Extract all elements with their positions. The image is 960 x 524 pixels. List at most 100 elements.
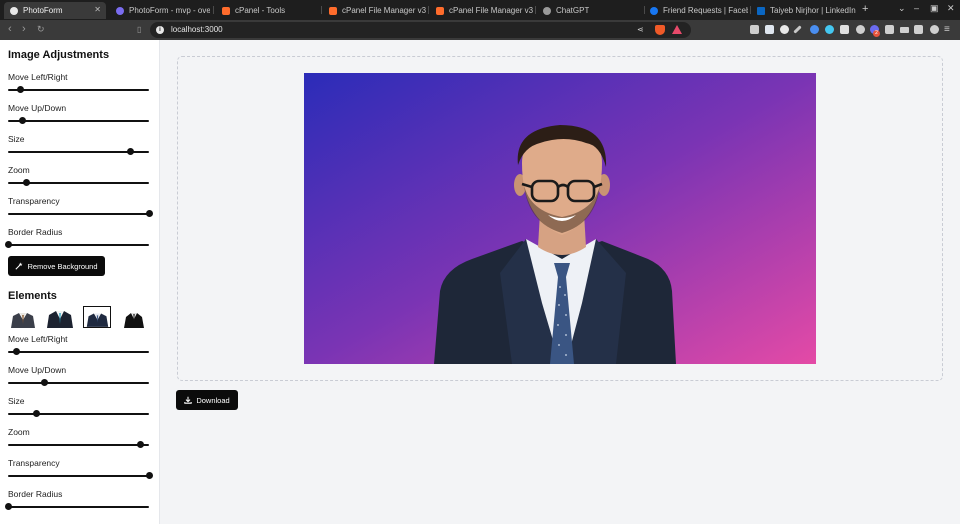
image-transparency-label: Transparency [8, 196, 60, 206]
slider-thumb[interactable] [22, 179, 30, 186]
extension-gear-icon[interactable] [856, 25, 865, 34]
brave-rewards-icon[interactable] [672, 25, 682, 34]
slider-thumb[interactable] [18, 117, 26, 124]
wallet-icon[interactable] [930, 25, 939, 34]
element-move-left-right-slider[interactable] [8, 348, 149, 356]
reload-icon[interactable]: ↻ [37, 24, 45, 35]
address-bar: ‹ › ↻ ▯ i localhost:3000 ⋖ 2 ≡ [0, 20, 960, 40]
slider-thumb[interactable] [127, 148, 135, 155]
minimize-icon[interactable]: – [914, 3, 919, 13]
slider-track [8, 413, 149, 415]
puzzle-icon[interactable] [885, 25, 894, 34]
camera-icon[interactable] [750, 25, 759, 34]
element-move-left-right-label: Move Left/Right [8, 334, 68, 344]
image-size-slider[interactable] [8, 148, 149, 156]
element-zoom-slider[interactable] [8, 441, 149, 449]
forward-icon[interactable]: › [22, 23, 26, 35]
site-info-icon[interactable]: i [156, 26, 164, 34]
url-bar[interactable]: i localhost:3000 ⋖ [150, 22, 691, 38]
image-border-radius-slider[interactable] [4, 241, 149, 249]
back-icon[interactable]: ‹ [8, 23, 12, 35]
suit-black-icon [124, 313, 144, 328]
image-border-radius-label: Border Radius [8, 227, 63, 237]
extension-blue-icon[interactable] [825, 25, 834, 34]
pen-icon[interactable] [793, 25, 802, 34]
image-zoom-slider[interactable] [8, 179, 149, 187]
slider-thumb[interactable] [12, 348, 20, 355]
slider-track [8, 475, 149, 477]
tab-title: Friend Requests | Facebo [663, 6, 748, 15]
tab-linkedin[interactable]: Taiyeb Nirjhor | LinkedIn [751, 2, 856, 19]
tab-photoform[interactable]: PhotoForm ✕ [4, 2, 106, 19]
remove-background-label: Remove Background [27, 261, 98, 271]
download-button[interactable]: Download [176, 390, 238, 410]
maximize-icon[interactable]: ▣ [930, 3, 939, 14]
slider-thumb[interactable] [145, 210, 153, 217]
close-window-icon[interactable]: ✕ [947, 3, 955, 14]
tab-cpanel-tools[interactable]: cPanel - Tools [216, 2, 316, 19]
tab-photoform-mvp[interactable]: PhotoForm - mvp - over [110, 2, 210, 19]
tab-facebook[interactable]: Friend Requests | Facebo [644, 2, 748, 19]
share-icon[interactable]: ⋖ [637, 25, 644, 34]
download-tray-icon[interactable] [900, 27, 909, 33]
brave-shields-icon[interactable] [655, 25, 665, 35]
element-move-up-down-slider[interactable] [8, 379, 149, 387]
slider-thumb[interactable] [145, 472, 153, 479]
remove-background-button[interactable]: Remove Background [8, 256, 105, 276]
image-move-left-right-label: Move Left/Right [8, 72, 68, 82]
element-option-1[interactable] [9, 306, 37, 328]
bookmark-icon[interactable]: ▯ [137, 25, 141, 34]
slider-track [8, 244, 149, 246]
extension-box-icon[interactable] [840, 25, 849, 34]
tab-search-icon[interactable]: ⌄ [898, 3, 906, 14]
sidebar-icon[interactable] [914, 25, 923, 34]
extension-circle-icon[interactable] [810, 25, 819, 34]
tab-title: PhotoForm - mvp - over [129, 6, 210, 15]
tab-title: PhotoForm [23, 6, 63, 15]
browser-tab-bar: PhotoForm ✕ PhotoForm - mvp - over cPane… [0, 0, 960, 20]
tab-title: cPanel File Manager v3 [342, 6, 426, 15]
slider-thumb[interactable] [41, 379, 49, 386]
extension-badge: 2 [873, 30, 880, 37]
slider-thumb[interactable] [32, 410, 40, 417]
menu-icon[interactable]: ≡ [944, 24, 950, 35]
element-transparency-slider[interactable] [8, 472, 153, 480]
extension-google-icon[interactable] [780, 25, 789, 34]
element-size-slider[interactable] [8, 410, 149, 418]
slider-thumb[interactable] [4, 241, 12, 248]
new-tab-icon[interactable]: + [862, 3, 868, 15]
image-move-up-down-label: Move Up/Down [8, 103, 67, 113]
elements-title: Elements [8, 290, 57, 302]
element-option-2[interactable] [46, 306, 74, 328]
tab-title: ChatGPT [556, 6, 590, 15]
tab-chatgpt[interactable]: ChatGPT [537, 2, 642, 19]
tab-title: Taiyeb Nirjhor | LinkedIn [770, 6, 856, 15]
extension-doc-icon[interactable] [765, 25, 774, 34]
element-border-radius-slider[interactable] [4, 503, 149, 511]
tab-title: cPanel File Manager v3 [449, 6, 533, 15]
close-icon[interactable]: ✕ [94, 5, 101, 14]
image-transparency-slider[interactable] [8, 210, 153, 218]
facebook-icon [650, 6, 658, 15]
image-move-left-right-slider[interactable] [8, 86, 149, 94]
slider-track [8, 506, 149, 508]
suit-teal-tie-icon [47, 311, 73, 328]
image-move-up-down-slider[interactable] [8, 117, 149, 125]
download-icon [184, 396, 193, 404]
slider-thumb[interactable] [17, 86, 25, 93]
slider-thumb[interactable] [4, 503, 12, 510]
element-zoom-label: Zoom [8, 427, 30, 437]
tab-separator [535, 6, 536, 14]
slider-thumb[interactable] [137, 441, 145, 448]
element-option-3[interactable] [83, 306, 111, 328]
tab-separator [321, 6, 322, 14]
element-option-4[interactable] [120, 306, 148, 328]
cpanel-icon [329, 6, 337, 15]
slider-track [8, 120, 149, 122]
photoform-icon [116, 6, 124, 15]
url-text[interactable]: localhost:3000 [171, 25, 223, 34]
linkedin-icon [757, 6, 765, 15]
tab-cpanel-file-manager-2[interactable]: cPanel File Manager v3 [430, 2, 533, 19]
element-move-up-down-label: Move Up/Down [8, 365, 67, 375]
tab-cpanel-file-manager[interactable]: cPanel File Manager v3 [323, 2, 426, 19]
